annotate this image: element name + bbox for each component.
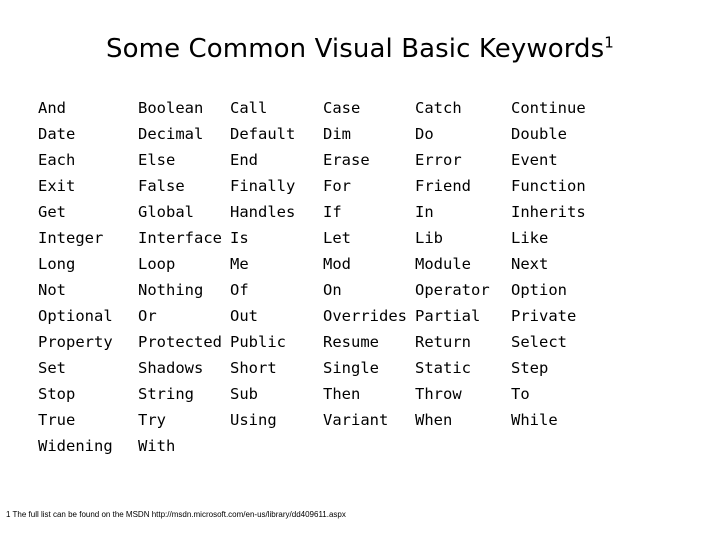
- keyword-item: Get: [38, 203, 66, 221]
- keyword-item: Inherits: [511, 203, 586, 221]
- keyword-item: Next: [511, 255, 549, 273]
- keyword-item: Select: [511, 333, 567, 351]
- keyword-item: Else: [138, 151, 176, 169]
- page-title-footnote-marker: 1: [604, 33, 614, 52]
- keyword-item: Double: [511, 125, 567, 143]
- keyword-item: Mod: [323, 255, 351, 273]
- keyword-item: Sub: [230, 385, 258, 403]
- keyword-empty: [230, 433, 323, 459]
- keyword-item: Date: [38, 125, 76, 143]
- keyword-item: And: [38, 99, 66, 117]
- keyword-item: If: [323, 203, 342, 221]
- keyword-item: Single: [323, 359, 379, 377]
- keyword-empty: [511, 433, 631, 459]
- keyword-item: Decimal: [138, 125, 204, 143]
- keyword-item: Lib: [415, 229, 443, 247]
- keyword-item: True: [38, 411, 76, 429]
- keyword-empty: [415, 433, 511, 459]
- keyword-item: Static: [415, 359, 471, 377]
- keyword-item: Erase: [323, 151, 370, 169]
- keyword-item: In: [415, 203, 434, 221]
- keyword-item: Friend: [415, 177, 471, 195]
- keyword-item: False: [138, 177, 185, 195]
- keyword-item: Or: [138, 307, 157, 325]
- keyword-item: For: [323, 177, 351, 195]
- keyword-item: Integer: [38, 229, 104, 247]
- keyword-item: Optional: [38, 307, 113, 325]
- keyword-item: Option: [511, 281, 567, 299]
- keyword-empty: [323, 433, 415, 459]
- keyword-grid: And Boolean Call Case Catch Continue Date Decim…: [38, 95, 698, 459]
- keyword-item: Short: [230, 359, 277, 377]
- keyword-item: Finally: [230, 177, 296, 195]
- keyword-item: Shadows: [138, 359, 204, 377]
- keyword-item: Step: [511, 359, 549, 377]
- keyword-item: Not: [38, 281, 66, 299]
- keyword-item: Out: [230, 307, 258, 325]
- keyword-item: String: [138, 385, 194, 403]
- keyword-item: Handles: [230, 203, 296, 221]
- keyword-item: Using: [230, 411, 277, 429]
- keyword-item: Default: [230, 125, 296, 143]
- keyword-item: Then: [323, 385, 361, 403]
- keyword-item: Me: [230, 255, 249, 273]
- keyword-item: Event: [511, 151, 558, 169]
- keyword-item: Call: [230, 99, 268, 117]
- keyword-item: Function: [511, 177, 586, 195]
- keyword-item: With: [138, 437, 176, 455]
- keyword-item: Widening: [38, 437, 113, 455]
- keyword-item: Public: [230, 333, 286, 351]
- keyword-item: To: [511, 385, 530, 403]
- slide: Some Common Visual Basic Keywords1 And Bo…: [0, 0, 720, 540]
- keyword-item: Exit: [38, 177, 76, 195]
- keyword-item: While: [511, 411, 558, 429]
- keyword-item: Dim: [323, 125, 351, 143]
- page-title: Some Common Visual Basic Keywords1: [0, 33, 720, 65]
- keyword-item: Do: [415, 125, 434, 143]
- keyword-item: Overrides: [323, 307, 407, 325]
- keyword-item: Stop: [38, 385, 76, 403]
- keyword-item: Property: [38, 333, 113, 351]
- keyword-item: Error: [415, 151, 462, 169]
- keyword-item: Loop: [138, 255, 176, 273]
- keyword-item: Resume: [323, 333, 379, 351]
- keyword-item: Protected: [138, 333, 222, 351]
- keyword-item: Let: [323, 229, 351, 247]
- keyword-item: Of: [230, 281, 249, 299]
- keyword-item: Operator: [415, 281, 490, 299]
- keyword-item: Private: [511, 307, 577, 325]
- keyword-item: Return: [415, 333, 471, 351]
- keyword-item: On: [323, 281, 342, 299]
- keyword-item: Nothing: [138, 281, 204, 299]
- keyword-item: Variant: [323, 411, 389, 429]
- keyword-item: Partial: [415, 307, 481, 325]
- keyword-item: When: [415, 411, 453, 429]
- keyword-item: Set: [38, 359, 66, 377]
- keyword-item: Long: [38, 255, 76, 273]
- keyword-item: Throw: [415, 385, 462, 403]
- keyword-item: Is: [230, 229, 249, 247]
- keyword-item: End: [230, 151, 258, 169]
- footnote: 1 The full list can be found on the MSDN…: [6, 510, 346, 519]
- keyword-item: Catch: [415, 99, 462, 117]
- keyword-item: Case: [323, 99, 361, 117]
- keyword-item: Like: [511, 229, 549, 247]
- keyword-item: Boolean: [138, 99, 204, 117]
- page-title-text: Some Common Visual Basic Keywords: [106, 34, 605, 64]
- keyword-item: Global: [138, 203, 194, 221]
- keyword-item: Continue: [511, 99, 586, 117]
- keyword-item: Interface: [138, 229, 222, 247]
- keyword-item: Try: [138, 411, 166, 429]
- keyword-item: Module: [415, 255, 471, 273]
- keyword-item: Each: [38, 151, 76, 169]
